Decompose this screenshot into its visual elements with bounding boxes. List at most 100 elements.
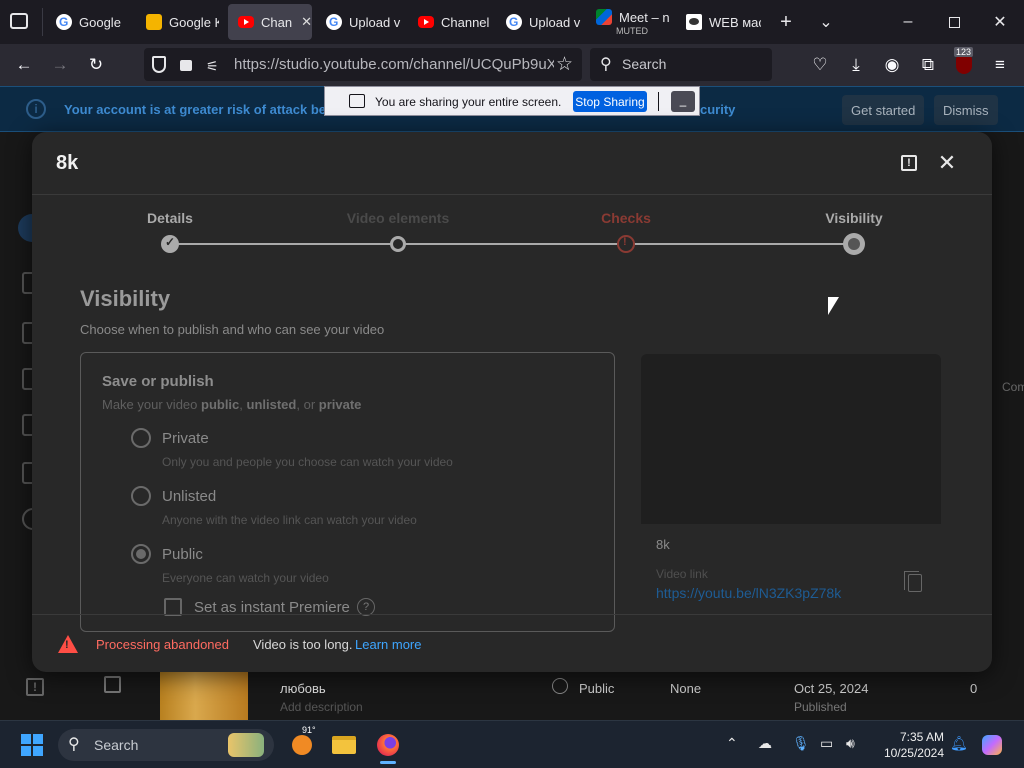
tab-overflow-chevron-icon[interactable]: ⌄ bbox=[812, 8, 840, 36]
weather-temperature: 91° bbox=[302, 725, 316, 735]
tab-label: Meet – n bbox=[619, 9, 669, 25]
tab-channel[interactable]: Channel bbox=[408, 4, 494, 40]
forward-arrow-icon[interactable]: → bbox=[46, 51, 74, 79]
screen-sharing-toolbar: You are sharing your entire screen. Stop… bbox=[324, 86, 700, 116]
tab-google[interactable]: Google bbox=[46, 4, 132, 40]
url-text[interactable]: https://studio.youtube.com/channel/UCQuP… bbox=[234, 56, 554, 73]
tab-channel-active[interactable]: Chann ✕ bbox=[228, 4, 312, 40]
card-subtitle-sep2: , or bbox=[296, 397, 319, 412]
clock-time: 7:35 AM bbox=[899, 730, 944, 744]
browser-tab-bar: Google Google K Chann ✕ Upload v Channel… bbox=[0, 0, 1024, 44]
ublock-extension-icon[interactable]: 123 bbox=[950, 47, 978, 79]
unlisted-radio[interactable] bbox=[131, 486, 151, 506]
tab-label: Upload v bbox=[529, 14, 581, 30]
microphone-icon[interactable]: 🎙︎ bbox=[792, 735, 810, 752]
save-or-publish-card: Save or publish Make your video public, … bbox=[80, 352, 615, 632]
close-dialog-icon[interactable]: ✕ bbox=[934, 150, 960, 176]
row-checkbox[interactable] bbox=[104, 676, 121, 693]
video-preview bbox=[641, 354, 941, 524]
tab-label: WEB мас bbox=[709, 14, 761, 30]
firefox-icon[interactable] bbox=[374, 731, 402, 764]
taskbar-search[interactable]: ⚲ Search bbox=[58, 729, 274, 761]
step-video-elements-dot[interactable] bbox=[390, 236, 406, 252]
stop-sharing-button[interactable]: Stop Sharing bbox=[573, 91, 647, 112]
card-subtitle-prefix: Make your video bbox=[102, 397, 201, 412]
share-screen-icon bbox=[349, 94, 365, 108]
copilot-icon[interactable] bbox=[978, 731, 1006, 759]
feedback-alert-icon[interactable]: ! bbox=[896, 150, 922, 176]
unlisted-option-description: Anyone with the video link can watch you… bbox=[162, 513, 417, 527]
tab-upload-video-2[interactable]: Upload v bbox=[496, 4, 582, 40]
account-icon[interactable]: ◉ bbox=[878, 51, 906, 79]
dialog-footer-divider bbox=[32, 614, 992, 615]
video-link[interactable]: https://youtu.be/lN3ZK3pZ78k bbox=[656, 585, 841, 601]
back-arrow-icon[interactable]: ← bbox=[10, 51, 38, 79]
step-checks-label[interactable]: Checks bbox=[601, 210, 651, 226]
security-banner-message: Your account is at greater risk of attac… bbox=[64, 102, 341, 117]
file-explorer-icon[interactable] bbox=[330, 731, 358, 759]
show-hidden-icons-chevron-icon[interactable]: ⌃ bbox=[726, 735, 738, 752]
video-date-status: Published bbox=[794, 700, 847, 714]
weather-icon[interactable]: 91° bbox=[288, 725, 316, 759]
address-bar[interactable]: ⚟ https://studio.youtube.com/channel/UCQ… bbox=[144, 48, 582, 81]
restore-window-icon[interactable] bbox=[940, 8, 968, 36]
processing-status: Processing abandoned bbox=[96, 637, 229, 652]
google-icon bbox=[506, 14, 522, 30]
video-title[interactable]: любовь bbox=[280, 681, 326, 696]
web-search-bar[interactable]: ⚲ Search bbox=[590, 48, 772, 81]
tab-list-icon[interactable] bbox=[10, 13, 28, 29]
tab-google-keep[interactable]: Google K bbox=[136, 4, 222, 40]
tab-upload-video[interactable]: Upload v bbox=[316, 4, 402, 40]
system-clock[interactable]: 7:35 AM 10/25/2024 bbox=[878, 729, 944, 761]
get-started-button[interactable]: Get started bbox=[842, 95, 925, 125]
google-icon bbox=[56, 14, 72, 30]
reload-icon[interactable]: ↻ bbox=[82, 51, 110, 79]
display-icon[interactable]: ▭ bbox=[820, 735, 833, 752]
extensions-icon[interactable]: ⧉ bbox=[914, 51, 942, 79]
downloads-icon[interactable]: ⤓ bbox=[842, 51, 870, 79]
close-tab-icon[interactable]: ✕ bbox=[301, 14, 312, 30]
mouse-cursor-icon bbox=[828, 297, 839, 315]
dismiss-button[interactable]: Dismiss bbox=[934, 95, 998, 125]
clock-date: 10/25/2024 bbox=[883, 746, 944, 760]
unlisted-option-label[interactable]: Unlisted bbox=[162, 488, 216, 505]
tracking-shield-icon[interactable] bbox=[152, 56, 166, 73]
public-option-label[interactable]: Public bbox=[162, 546, 203, 563]
search-icon: ⚲ bbox=[68, 736, 80, 753]
permissions-icon[interactable]: ⚟ bbox=[206, 58, 219, 75]
pocket-icon[interactable]: ♡ bbox=[806, 51, 834, 79]
notification-bell-icon[interactable]: 🔔︎ bbox=[950, 735, 968, 752]
step-details-done-icon[interactable]: ✓ bbox=[161, 235, 179, 253]
step-visibility-label[interactable]: Visibility bbox=[825, 210, 882, 226]
video-visibility[interactable]: Public bbox=[579, 681, 614, 696]
private-option-label[interactable]: Private bbox=[162, 430, 209, 447]
public-radio[interactable] bbox=[131, 544, 151, 564]
copy-icon[interactable] bbox=[904, 571, 922, 592]
step-details-label[interactable]: Details bbox=[147, 210, 193, 226]
info-icon: i bbox=[26, 99, 46, 119]
network-disconnected-icon[interactable]: ☁ bbox=[758, 735, 772, 752]
sharing-message: You are sharing your entire screen. bbox=[375, 95, 562, 109]
tab-web[interactable]: WEB мас bbox=[676, 4, 766, 40]
stepper-track bbox=[170, 243, 854, 245]
private-radio[interactable] bbox=[131, 428, 151, 448]
step-video-elements-label[interactable]: Video elements bbox=[347, 210, 449, 226]
menu-hamburger-icon[interactable]: ≡ bbox=[986, 51, 1014, 79]
feedback-icon[interactable]: ! bbox=[26, 678, 44, 696]
learn-more-link[interactable]: Learn more bbox=[355, 637, 421, 652]
close-window-icon[interactable]: ✕ bbox=[986, 8, 1014, 36]
step-visibility-current-dot[interactable] bbox=[843, 233, 865, 255]
extension-badge: 123 bbox=[954, 47, 974, 57]
youtube-icon bbox=[238, 16, 254, 28]
tab-google-meet[interactable]: Meet – n MUTED bbox=[586, 4, 676, 40]
step-checks-warning-icon[interactable]: ! bbox=[617, 235, 635, 253]
tab-separator bbox=[42, 8, 43, 36]
volume-icon[interactable]: 🔊︎ bbox=[846, 735, 855, 752]
minimize-toolbar-button[interactable]: – bbox=[671, 91, 695, 112]
new-tab-icon[interactable]: + bbox=[772, 8, 800, 36]
windows-start-icon[interactable] bbox=[18, 731, 46, 759]
lock-icon[interactable] bbox=[180, 60, 192, 71]
video-thumbnail[interactable] bbox=[160, 672, 248, 720]
minimize-window-icon[interactable]: – bbox=[894, 8, 922, 36]
bookmark-star-icon[interactable]: ☆ bbox=[556, 53, 573, 76]
